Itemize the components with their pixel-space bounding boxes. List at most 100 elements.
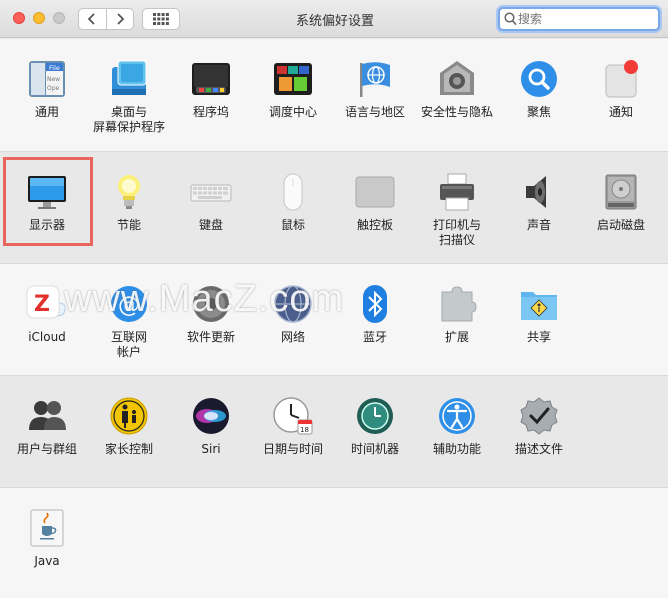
- desktop-screensaver-icon: [112, 60, 147, 95]
- search-input[interactable]: [518, 11, 654, 27]
- system-preferences-window: 系统偏好设置 File New Ope 通用: [0, 0, 668, 598]
- pane-java[interactable]: Java: [6, 502, 88, 594]
- mission-control-icon: [274, 63, 312, 95]
- pane-desktop-screensaver[interactable]: 桌面与 屏幕保护程序: [88, 53, 170, 145]
- pane-label: Siri: [201, 442, 221, 456]
- profiles-icon: [520, 397, 558, 435]
- printers-scanners-icon: [440, 173, 474, 211]
- network-icon: [274, 285, 312, 323]
- time-machine-icon: [357, 398, 393, 434]
- svg-text:18: 18: [300, 426, 309, 434]
- keyboard-icon: [190, 184, 232, 202]
- pane-accessibility[interactable]: 辅助功能: [416, 390, 498, 482]
- navigation-buttons: [78, 8, 134, 30]
- pane-label: 用户与群组: [16, 442, 77, 456]
- pane-label: 通用: [34, 105, 59, 119]
- preferences-row-system: 用户与群组 家长控制 Siri 18 日期与时间 时间机器 辅助功能 描述文件: [0, 375, 668, 487]
- pane-label: Java: [34, 554, 60, 568]
- parental-controls-icon: [110, 397, 148, 435]
- pane-keyboard[interactable]: 键盘: [170, 166, 252, 258]
- pane-internet-accounts[interactable]: @ 互联网 帐户: [88, 278, 170, 370]
- pane-label: 网络: [280, 330, 305, 344]
- pane-security-privacy[interactable]: 安全性与隐私: [416, 53, 498, 145]
- pane-label: 打印机与 扫描仪: [432, 218, 481, 247]
- preferences-row-hardware: 显示器 节能 键盘 鼠标 触控板 打印机与 扫描仪 声音 启动磁盘: [0, 151, 668, 263]
- extensions-icon: [441, 286, 477, 322]
- date-time-icon: 18: [273, 397, 313, 435]
- pane-trackpad[interactable]: 触控板: [334, 166, 416, 258]
- pane-profiles[interactable]: 描述文件: [498, 390, 580, 482]
- bluetooth-icon: [363, 285, 387, 323]
- forward-button[interactable]: [105, 9, 133, 29]
- trackpad-icon: [355, 176, 395, 208]
- pane-mission-control[interactable]: 调度中心: [252, 53, 334, 145]
- energy-saver-icon: [118, 175, 140, 209]
- search-field[interactable]: [498, 7, 660, 31]
- displays-icon: [28, 176, 66, 209]
- pane-sharing[interactable]: 共享: [498, 278, 580, 370]
- pane-printers-scanners[interactable]: 打印机与 扫描仪: [416, 166, 498, 258]
- svg-text:Ope: Ope: [47, 85, 60, 92]
- security-privacy-icon: [440, 61, 474, 95]
- watermark-logo-letter: Z: [34, 292, 50, 317]
- mouse-icon: [283, 173, 303, 211]
- pane-label: 蓝牙: [362, 330, 387, 344]
- back-button[interactable]: [79, 9, 106, 29]
- pane-users-groups[interactable]: 用户与群组: [6, 390, 88, 482]
- general-icon: File New Ope: [29, 61, 65, 97]
- notifications-icon: [605, 60, 638, 98]
- pane-bluetooth[interactable]: 蓝牙: [334, 278, 416, 370]
- pane-label: 程序坞: [192, 105, 229, 119]
- close-window-button[interactable]: [13, 12, 25, 24]
- chevron-left-icon: [88, 13, 96, 25]
- pane-label: 时间机器: [350, 442, 399, 456]
- svg-text:@: @: [118, 293, 140, 318]
- minimize-window-button[interactable]: [33, 12, 45, 24]
- watermark-logo: Z: [26, 285, 60, 319]
- pane-startup-disk[interactable]: 启动磁盘: [580, 166, 662, 258]
- search-icon: [504, 12, 517, 26]
- pane-sound[interactable]: 声音: [498, 166, 580, 258]
- pane-label: 键盘: [198, 218, 223, 232]
- pane-label: 语言与地区: [344, 105, 405, 119]
- pane-energy-saver[interactable]: 节能: [88, 166, 170, 258]
- pane-time-machine[interactable]: 时间机器: [334, 390, 416, 482]
- pane-date-time[interactable]: 18 日期与时间: [252, 390, 334, 482]
- show-all-button[interactable]: [142, 8, 180, 30]
- pane-label: 互联网 帐户: [110, 330, 147, 359]
- sound-icon: [526, 176, 546, 208]
- pane-label: 聚焦: [526, 105, 551, 119]
- pane-siri[interactable]: Siri: [170, 390, 252, 482]
- pane-language-region[interactable]: 语言与地区: [334, 53, 416, 145]
- language-region-icon: [360, 62, 390, 97]
- preferences-row-internet: iCloud @ 互联网 帐户 软件更新 网络 蓝牙 扩展 共享: [0, 263, 668, 375]
- grid-icon: [153, 13, 169, 25]
- pane-general[interactable]: File New Ope 通用: [6, 53, 88, 145]
- software-update-icon: [193, 286, 229, 322]
- pane-label: 显示器: [28, 218, 65, 232]
- pane-label: 辅助功能: [432, 442, 481, 456]
- pane-mouse[interactable]: 鼠标: [252, 166, 334, 258]
- preferences-row-personal: File New Ope 通用 桌面与 屏幕保护程序 程序坞 调度中心 语言与地…: [0, 39, 668, 151]
- pane-label: 鼠标: [280, 218, 305, 232]
- pane-label: 调度中心: [268, 105, 317, 119]
- pane-label: 声音: [526, 218, 551, 232]
- pane-displays[interactable]: 显示器: [6, 166, 88, 258]
- pane-spotlight[interactable]: 聚焦: [498, 53, 580, 145]
- pane-extensions[interactable]: 扩展: [416, 278, 498, 370]
- users-groups-icon: [29, 401, 66, 430]
- pane-label: 家长控制: [104, 442, 153, 456]
- pane-network[interactable]: 网络: [252, 278, 334, 370]
- pane-software-update[interactable]: 软件更新: [170, 278, 252, 370]
- pane-parental-controls[interactable]: 家长控制: [88, 390, 170, 482]
- pane-label: iCloud: [28, 330, 66, 344]
- siri-icon: [193, 398, 229, 434]
- pane-notifications[interactable]: 通知: [580, 53, 662, 145]
- chevron-right-icon: [117, 13, 125, 25]
- pane-label: 桌面与 屏幕保护程序: [92, 105, 165, 134]
- pane-label: 软件更新: [186, 330, 235, 344]
- zoom-window-button[interactable]: [53, 12, 65, 24]
- pane-label: 扩展: [444, 330, 469, 344]
- pane-label: 启动磁盘: [596, 218, 645, 232]
- pane-dock[interactable]: 程序坞: [170, 53, 252, 145]
